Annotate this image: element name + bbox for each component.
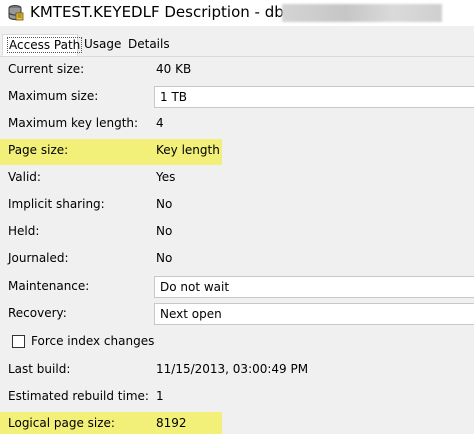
row-valid: Valid: Yes — [0, 166, 474, 190]
estimated-rebuild-time-label: Estimated rebuild time: — [8, 389, 149, 403]
force-index-changes-checkbox[interactable] — [12, 335, 25, 348]
held-value: No — [156, 224, 173, 238]
estimated-rebuild-time-value: 1 — [156, 389, 164, 403]
logical-page-size-value: 8192 — [156, 416, 187, 430]
current-size-value: 40 KB — [156, 62, 192, 76]
row-maximum-key-length: Maximum key length: 4 — [0, 112, 474, 136]
held-label: Held: — [8, 224, 40, 238]
tab-usage[interactable]: Usage — [80, 34, 125, 54]
row-page-size: Page size: Key length — [0, 139, 474, 165]
redacted-region — [282, 4, 442, 22]
page-size-value: Key length — [156, 143, 220, 157]
maximum-size-field[interactable]: 1 TB — [154, 86, 474, 108]
journaled-label: Journaled: — [8, 251, 69, 265]
maximum-size-label: Maximum size: — [8, 89, 99, 103]
description-window: KMTEST.KEYEDLF Description - db2icoe2 Ac… — [0, 0, 474, 434]
page-size-label: Page size: — [8, 143, 69, 157]
row-held: Held: No — [0, 220, 474, 244]
recovery-field[interactable]: Next open — [154, 303, 474, 325]
database-index-icon — [8, 5, 24, 21]
tab-strip: Access Path Usage Details — [0, 34, 474, 57]
access-path-panel: Current size: 40 KB Maximum size: 1 TB M… — [0, 56, 474, 434]
logical-page-size-label: Logical page size: — [8, 416, 115, 430]
current-size-label: Current size: — [8, 62, 85, 76]
row-logical-page-size: Logical page size: 8192 — [0, 412, 474, 434]
maximum-size-value: 1 TB — [160, 90, 188, 104]
maximum-key-length-value: 4 — [156, 116, 164, 130]
journaled-value: No — [156, 251, 173, 265]
row-maintenance: Maintenance: Do not wait — [0, 275, 474, 299]
implicit-sharing-value: No — [156, 197, 173, 211]
maximum-key-length-label: Maximum key length: — [8, 116, 139, 130]
valid-value: Yes — [156, 170, 176, 184]
row-implicit-sharing: Implicit sharing: No — [0, 193, 474, 217]
row-journaled: Journaled: No — [0, 247, 474, 271]
maintenance-value: Do not wait — [160, 280, 230, 294]
last-build-label: Last build: — [8, 362, 71, 376]
tab-access-path-label: Access Path — [7, 37, 83, 53]
recovery-value: Next open — [160, 307, 222, 321]
title-bar: KMTEST.KEYEDLF Description - db2icoe2 — [0, 0, 474, 26]
implicit-sharing-label: Implicit sharing: — [8, 197, 105, 211]
row-maximum-size: Maximum size: 1 TB — [0, 85, 474, 109]
tab-usage-label: Usage — [84, 37, 122, 51]
maintenance-field[interactable]: Do not wait — [154, 276, 474, 298]
maintenance-label: Maintenance: — [8, 279, 90, 293]
last-build-value: 11/15/2013, 03:00:49 PM — [156, 362, 309, 376]
tab-details[interactable]: Details — [124, 34, 174, 54]
row-last-build: Last build: 11/15/2013, 03:00:49 PM — [0, 358, 474, 382]
tab-details-label: Details — [128, 37, 170, 51]
force-index-changes-label: Force index changes — [31, 334, 155, 348]
row-force-index-changes: Force index changes — [0, 330, 474, 354]
recovery-label: Recovery: — [8, 306, 67, 320]
row-estimated-rebuild-time: Estimated rebuild time: 1 — [0, 385, 474, 409]
row-current-size: Current size: 40 KB — [0, 58, 474, 82]
tab-access-path[interactable]: Access Path — [2, 34, 83, 56]
row-recovery: Recovery: Next open — [0, 302, 474, 326]
valid-label: Valid: — [8, 170, 41, 184]
